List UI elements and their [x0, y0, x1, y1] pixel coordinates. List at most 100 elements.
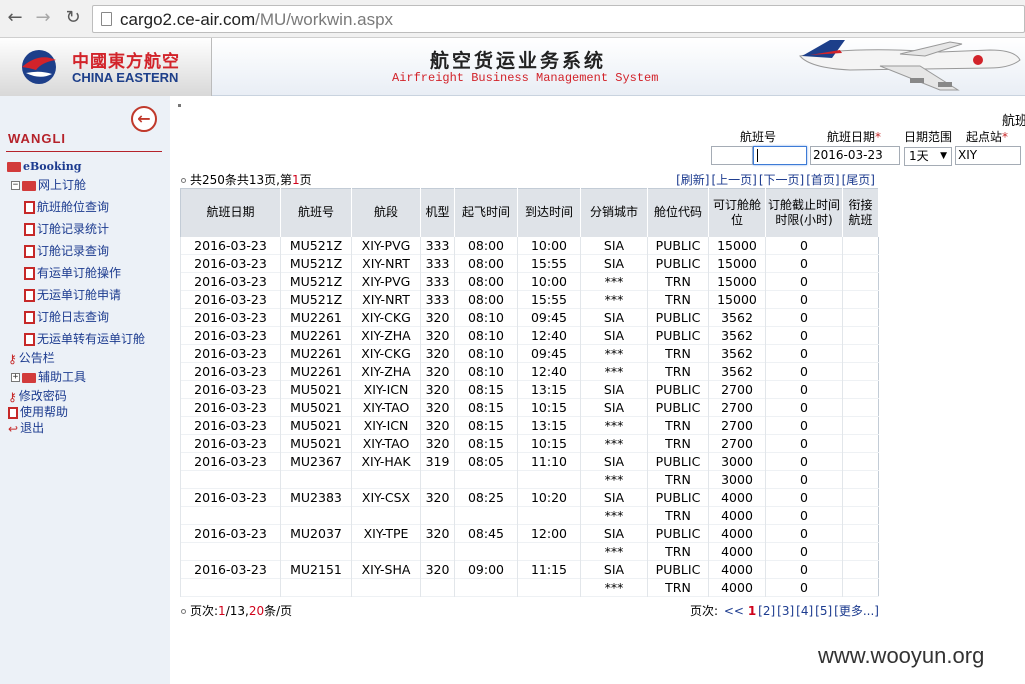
- sidebar-item-flight-space-query[interactable]: 航班舱位查询: [24, 198, 109, 216]
- table-cell: TRN: [647, 542, 709, 561]
- airplane-image: [799, 40, 1021, 91]
- table-cell: 0: [765, 524, 843, 543]
- table-row[interactable]: 2016-03-23 MU2261 XIY-ZHA 320 08:10 12:40 SIA P…: [180, 326, 879, 345]
- table-cell: 15000: [708, 290, 766, 309]
- table-cell: [842, 236, 879, 255]
- table-row[interactable]: 2016-03-23 MU2261 XIY-ZHA 320 08:10 12:40 *** T…: [180, 362, 879, 381]
- table-cell: 4000: [708, 524, 766, 543]
- table-cell: SIA: [580, 488, 648, 507]
- table-row[interactable]: 2016-03-23 MU521Z XIY-PVG 333 08:00 10:00 *** T…: [180, 272, 879, 291]
- tree-online-booking[interactable]: − 网上订舱: [11, 176, 86, 194]
- main-content: 航班 航班号 航班日期* 日期范围 起点站* 2016-03-23 1天 ▼ XI…: [170, 96, 1025, 684]
- first-page-link[interactable]: [首页]: [806, 173, 839, 187]
- bullet-icon: [181, 609, 186, 614]
- table-row[interactable]: 2016-03-23 MU2261 XIY-CKG 320 08:10 09:45 SIA P…: [180, 308, 879, 327]
- table-cell: MU521Z: [280, 272, 352, 291]
- sidebar-item-booking-log[interactable]: 订舱日志查询: [24, 308, 109, 326]
- table-cell: 2016-03-23: [180, 416, 281, 435]
- document-icon: [24, 201, 35, 214]
- last-page-link[interactable]: [尾页]: [842, 173, 875, 187]
- table-row[interactable]: 2016-03-23 MU5021 XIY-TAO 320 08:15 10:15 SIA P…: [180, 398, 879, 417]
- key-icon: ⚷: [8, 351, 17, 366]
- table-cell: 0: [765, 542, 843, 561]
- table-row[interactable]: 2016-03-23 MU521Z XIY-NRT 333 08:00 15:55 SIA P…: [180, 254, 879, 273]
- document-icon: [24, 267, 35, 280]
- prev-pages-link[interactable]: <<: [724, 604, 744, 618]
- back-icon[interactable]: ←: [4, 7, 26, 29]
- table-cell: 12:00: [517, 524, 581, 543]
- sidebar-item-convert-booking[interactable]: 无运单转有运单订舱: [24, 330, 145, 348]
- table-row[interactable]: 2016-03-23 MU2037 XIY-TPE 320 08:45 12:00 SIA P…: [180, 524, 879, 543]
- table-cell: MU2261: [280, 344, 352, 363]
- table-cell: 2700: [708, 398, 766, 417]
- table-cell: SIA: [580, 380, 648, 399]
- collapse-icon[interactable]: −: [11, 181, 20, 190]
- table-row[interactable]: 2016-03-23 MU5021 XIY-ICN 320 08:15 13:15 *** T…: [180, 416, 879, 435]
- table-row[interactable]: 2016-03-23 MU2151 XIY-SHA 320 09:00 11:15 SIA P…: [180, 560, 879, 579]
- table-cell: 09:45: [517, 308, 581, 327]
- sidebar-item-tools[interactable]: + 辅助工具: [11, 368, 86, 386]
- flight-date-input[interactable]: 2016-03-23: [810, 146, 900, 165]
- table-cell: [517, 506, 581, 525]
- table-cell: TRN: [647, 272, 709, 291]
- sidebar-item-notice[interactable]: ⚷ 公告栏: [8, 349, 55, 367]
- table-row[interactable]: 2016-03-23 MU5021 XIY-TAO 320 08:15 10:15 *** T…: [180, 434, 879, 453]
- table-cell: [842, 290, 879, 309]
- page-link-3[interactable]: [3]: [777, 604, 794, 618]
- table-cell: [420, 470, 455, 489]
- table-cell: TRN: [647, 470, 709, 489]
- table-cell: 15000: [708, 236, 766, 255]
- expand-icon[interactable]: +: [11, 373, 20, 382]
- page-link-4[interactable]: [4]: [796, 604, 813, 618]
- table-cell: MU2383: [280, 488, 352, 507]
- more-pages-link[interactable]: [更多...]: [834, 604, 879, 618]
- table-row[interactable]: *** TRN 3000 0: [180, 470, 879, 489]
- table-row[interactable]: 2016-03-23 MU2367 XIY-HAK 319 08:05 11:10 SIA P…: [180, 452, 879, 471]
- refresh-link[interactable]: [刷新]: [676, 173, 709, 187]
- sidebar-item-no-awb-request[interactable]: 无运单订舱申请: [24, 286, 121, 304]
- table-cell: 15000: [708, 254, 766, 273]
- table-cell: XIY-TAO: [351, 398, 421, 417]
- next-page-link[interactable]: [下一页]: [759, 173, 804, 187]
- username-divider: [6, 151, 162, 152]
- table-cell: MU5021: [280, 398, 352, 417]
- col-header: 衔接航班: [842, 188, 879, 237]
- table-cell: MU5021: [280, 416, 352, 435]
- reload-icon[interactable]: ↻: [62, 7, 84, 29]
- flight-no-prefix-field[interactable]: [711, 146, 753, 165]
- table-cell: [842, 524, 879, 543]
- table-cell: ***: [580, 578, 648, 597]
- forward-icon[interactable]: →: [32, 7, 54, 29]
- flight-no-input[interactable]: [753, 146, 807, 165]
- table-cell: 4000: [708, 488, 766, 507]
- table-cell: MU521Z: [280, 290, 352, 309]
- col-header: 到达时间: [517, 188, 581, 237]
- table-row[interactable]: 2016-03-23 MU5021 XIY-ICN 320 08:15 13:15 SIA P…: [180, 380, 879, 399]
- sidebar-item-logout[interactable]: ↩ 退出: [8, 419, 44, 437]
- tree-ebooking[interactable]: eBooking: [7, 157, 81, 175]
- table-cell: MU5021: [280, 380, 352, 399]
- prev-page-link[interactable]: [上一页]: [712, 173, 757, 187]
- table-row[interactable]: *** TRN 4000 0: [180, 506, 879, 525]
- table-cell: 3562: [708, 326, 766, 345]
- page-link-2[interactable]: [2]: [758, 604, 775, 618]
- sidebar-item-awb-booking[interactable]: 有运单订舱操作: [24, 264, 121, 282]
- table-row[interactable]: *** TRN 4000 0: [180, 578, 879, 597]
- table-cell: 2016-03-23: [180, 398, 281, 417]
- table-cell: 10:15: [517, 434, 581, 453]
- page-link-5[interactable]: [5]: [815, 604, 832, 618]
- table-cell: 09:45: [517, 344, 581, 363]
- sidebar-item-booking-records[interactable]: 订舱记录查询: [24, 242, 109, 260]
- sidebar-item-booking-stats[interactable]: 订舱记录统计: [24, 220, 109, 238]
- address-bar[interactable]: cargo2.ce-air.com/MU/workwin.aspx: [92, 5, 1025, 33]
- date-range-select[interactable]: 1天 ▼: [904, 147, 952, 166]
- table-row[interactable]: *** TRN 4000 0: [180, 542, 879, 561]
- table-row[interactable]: 2016-03-23 MU2383 XIY-CSX 320 08:25 10:20 SIA P…: [180, 488, 879, 507]
- table-row[interactable]: 2016-03-23 MU2261 XIY-CKG 320 08:10 09:45 *** T…: [180, 344, 879, 363]
- table-row[interactable]: 2016-03-23 MU521Z XIY-PVG 333 08:00 10:00 SIA P…: [180, 236, 879, 255]
- table-row[interactable]: 2016-03-23 MU521Z XIY-NRT 333 08:00 15:55 *** T…: [180, 290, 879, 309]
- collapse-sidebar-icon[interactable]: ←: [131, 106, 157, 132]
- table-cell: [842, 254, 879, 273]
- origin-input[interactable]: XIY: [955, 146, 1021, 165]
- table-cell: ***: [580, 290, 648, 309]
